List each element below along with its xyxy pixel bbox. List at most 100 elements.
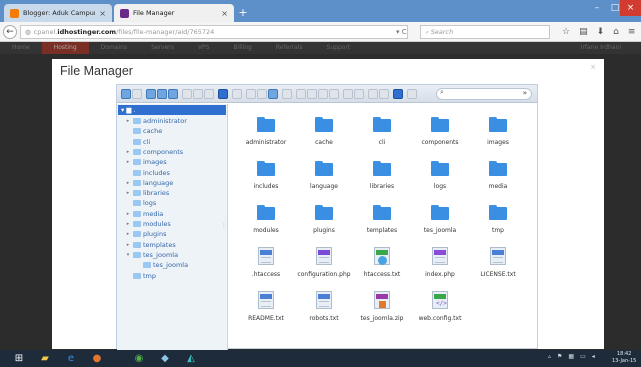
folder-item[interactable]: images <box>463 112 533 152</box>
menu-servers[interactable]: Servers <box>139 42 186 54</box>
tree-item[interactable]: cli <box>125 137 150 147</box>
back-button[interactable]: ← <box>3 25 17 39</box>
tree-item[interactable]: ▸ language <box>125 178 174 188</box>
tree-item[interactable]: logs <box>125 198 156 208</box>
menu-domains[interactable]: Domains <box>89 42 139 54</box>
firefox-icon[interactable]: ● <box>90 352 104 365</box>
home-icon[interactable]: ⌂ <box>613 25 619 39</box>
tree-item[interactable]: ▸ administrator <box>125 116 187 126</box>
collapse-arrow-icon[interactable]: ▾ ▆ <box>121 106 133 114</box>
reading-list-icon[interactable]: ▤ <box>579 25 588 39</box>
archive-icon[interactable] <box>343 89 353 99</box>
user-name[interactable]: Irfane Irdhani <box>561 42 641 54</box>
upload-icon[interactable] <box>193 89 203 99</box>
expand-arrow-icon[interactable]: ▸ <box>125 178 131 188</box>
menu-icon[interactable]: ≡ <box>628 25 636 39</box>
preview-icon[interactable] <box>232 89 242 99</box>
help-icon[interactable] <box>393 89 403 99</box>
app-icon[interactable]: ◆ <box>158 352 172 365</box>
file-explorer-icon[interactable]: ▰ <box>38 352 52 365</box>
fullscreen-icon[interactable] <box>407 89 417 99</box>
app-icon[interactable]: ◭ <box>184 352 198 365</box>
expand-arrow-icon[interactable]: ▸ <box>125 229 131 239</box>
duplicate-icon[interactable] <box>282 89 292 99</box>
new-folder-icon[interactable] <box>168 89 178 99</box>
menu-support[interactable]: Support <box>315 42 363 54</box>
chrome-icon[interactable]: ◉ <box>132 352 146 365</box>
tray-arrow-icon[interactable]: ▵ <box>548 353 551 360</box>
folder-item[interactable]: media <box>463 156 533 196</box>
close-tab-icon[interactable]: × <box>221 9 228 18</box>
tree-item[interactable]: cache <box>125 126 162 136</box>
folder-icon <box>431 161 449 176</box>
battery-icon[interactable]: ▭ <box>580 353 586 360</box>
file-item[interactable]: LICENSE.txt <box>463 244 533 284</box>
close-modal-button[interactable]: × <box>590 63 596 71</box>
tree-item[interactable]: ▸ images <box>125 157 167 167</box>
info-icon[interactable] <box>218 89 228 99</box>
edit-icon[interactable] <box>307 89 317 99</box>
tree-item[interactable]: tmp <box>125 271 156 281</box>
menu-home[interactable]: Home <box>0 42 42 54</box>
forward-icon[interactable] <box>132 89 142 99</box>
windows-start-icon[interactable]: ⊞ <box>12 352 26 365</box>
menu-hosting[interactable]: Hosting <box>41 42 89 54</box>
close-tab-icon[interactable]: × <box>99 9 106 18</box>
network-icon[interactable]: ▦ <box>568 353 574 360</box>
resize-icon[interactable] <box>318 89 328 99</box>
new-file-icon[interactable] <box>182 89 192 99</box>
file-item[interactable]: </> web.config.txt <box>405 288 475 328</box>
expand-arrow-icon[interactable]: ▸ <box>125 157 131 167</box>
expand-arrow-icon[interactable]: ▸ <box>125 240 131 250</box>
folder-item[interactable]: tmp <box>463 200 533 240</box>
bookmark-star-icon[interactable]: ☆ <box>562 25 570 39</box>
expand-arrow-icon[interactable]: ▸ <box>125 188 131 198</box>
tree-item[interactable]: ▸ libraries <box>125 188 170 198</box>
tree-item[interactable]: ▸ templates <box>125 240 176 250</box>
extract-icon[interactable] <box>329 89 339 99</box>
menu-referrals[interactable]: Referrals <box>264 42 315 54</box>
paste-icon[interactable] <box>268 89 278 99</box>
expand-arrow-icon[interactable]: ▸ <box>125 147 131 157</box>
reload-folder-icon[interactable] <box>157 89 167 99</box>
tree-item[interactable]: includes <box>125 168 170 178</box>
view-icon[interactable] <box>368 89 378 99</box>
tab-file-manager[interactable]: File Manager × <box>114 4 234 22</box>
tab-blogger[interactable]: Blogger: Aduk Campur Ad... × <box>4 4 112 22</box>
folder-icon <box>373 205 391 220</box>
search-files-icon[interactable] <box>354 89 364 99</box>
internet-explorer-icon[interactable]: e <box>64 352 78 365</box>
expand-arrow-icon[interactable]: ▸ <box>125 116 131 126</box>
tree-item[interactable]: ▸ media <box>125 209 164 219</box>
tree-item[interactable]: ▾ tes_joomla <box>125 250 178 260</box>
tree-root[interactable]: ▾ ▆ . <box>118 105 226 115</box>
clear-search-icon[interactable]: » <box>523 89 527 97</box>
reload-icon[interactable]: ▾ C <box>396 25 407 39</box>
volume-icon[interactable]: ◂ <box>592 353 595 360</box>
menu-billing[interactable]: Billing <box>221 42 263 54</box>
download-icon[interactable]: ⬇ <box>597 25 605 39</box>
tree-item[interactable]: ▸ plugins <box>125 229 167 239</box>
copy-icon[interactable] <box>246 89 256 99</box>
address-bar[interactable]: ◍ cpanel. idhostinger.com /files/file-ma… <box>20 25 408 39</box>
collapse-arrow-icon[interactable]: ▾ <box>125 250 131 260</box>
close-window-button[interactable]: × <box>620 0 641 16</box>
back-icon[interactable] <box>121 89 131 99</box>
expand-arrow-icon[interactable]: ▸ <box>125 209 131 219</box>
up-folder-icon[interactable] <box>146 89 156 99</box>
rename-icon[interactable] <box>296 89 306 99</box>
expand-arrow-icon[interactable]: ▸ <box>125 219 131 229</box>
new-tab-button[interactable]: + <box>237 7 249 19</box>
menu-vps[interactable]: VPS <box>186 42 222 54</box>
search-input[interactable]: ⌕ Search <box>420 25 550 39</box>
flag-icon[interactable]: ⚑ <box>557 353 562 360</box>
clock[interactable]: 18:42 13-Jan-15 <box>612 351 636 365</box>
file-search-input[interactable]: ⌕ » <box>436 88 532 100</box>
resize-handle-icon[interactable]: ⋮ <box>221 222 227 229</box>
tree-item[interactable]: ▸ components <box>125 147 183 157</box>
download-icon[interactable] <box>204 89 214 99</box>
tree-item[interactable]: tes_joomla <box>135 260 188 270</box>
cut-icon[interactable] <box>257 89 267 99</box>
sort-icon[interactable] <box>379 89 389 99</box>
tree-item[interactable]: ▸ modules <box>125 219 171 229</box>
